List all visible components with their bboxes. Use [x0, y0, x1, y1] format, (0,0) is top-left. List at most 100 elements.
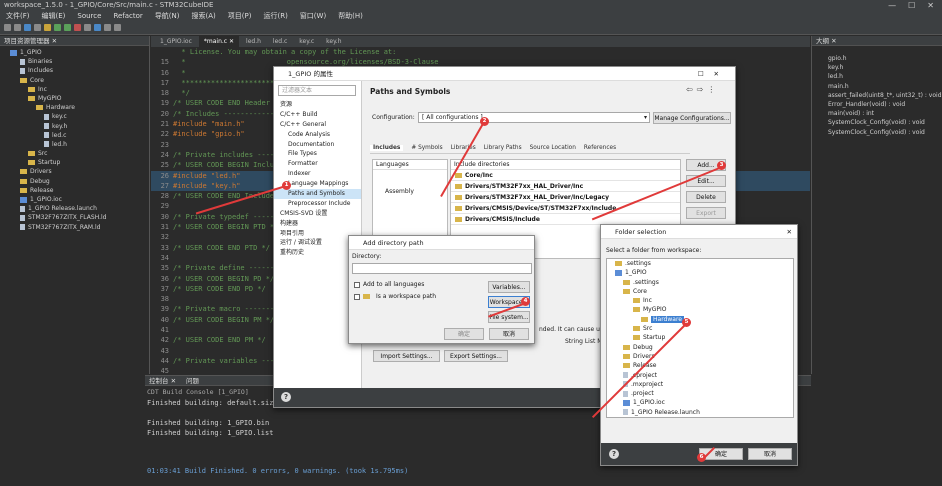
- external-tools-icon[interactable]: [94, 24, 101, 31]
- add-all-languages-checkbox[interactable]: Add to all languages: [354, 281, 424, 288]
- folder-item[interactable]: Src: [607, 324, 793, 333]
- tree-item-release[interactable]: Release: [0, 186, 149, 195]
- folder-item-hardware[interactable]: Hardware: [607, 315, 793, 324]
- code-line[interactable]: * License. You may obtain a copy of the …: [151, 47, 810, 57]
- tab-key-c[interactable]: key.c: [294, 36, 319, 47]
- search-icon[interactable]: [84, 24, 91, 31]
- tree-item-includes[interactable]: Includes: [0, 66, 149, 75]
- outline-item-systemclock-2[interactable]: SystemClock_Config(void) : void: [812, 128, 942, 137]
- menu-edit[interactable]: 编辑(E): [42, 11, 66, 21]
- tree-item-1-gpio[interactable]: 1_GPIO: [0, 48, 149, 57]
- tab-symbols[interactable]: # Symbols: [411, 145, 442, 151]
- tree-item-key-h[interactable]: key.h: [0, 122, 149, 131]
- folder-item[interactable]: Inc: [607, 296, 793, 305]
- nav-item-paths-symbols[interactable]: Paths and Symbols: [274, 189, 361, 199]
- new-icon[interactable]: [4, 24, 11, 31]
- tree-item-led-h[interactable]: led.h: [0, 140, 149, 149]
- run-icon[interactable]: [64, 24, 71, 31]
- file-item[interactable]: 1_GPIO.ioc: [607, 398, 793, 407]
- workspace-path-checkbox[interactable]: Is a workspace path: [354, 293, 436, 300]
- include-dir-row[interactable]: Drivers/CMSIS/Device/ST/STM32F7xx/Includ…: [451, 203, 680, 214]
- tree-item-startup[interactable]: Startup: [0, 158, 149, 167]
- hammer-icon[interactable]: [34, 24, 41, 31]
- folder-item[interactable]: Drivers: [607, 352, 793, 361]
- tree-item-key-c[interactable]: key.c: [0, 112, 149, 121]
- folder-item[interactable]: .settings: [607, 259, 793, 268]
- folder-item[interactable]: 1_GPIO: [607, 268, 793, 277]
- tree-item-hardware[interactable]: Hardware: [0, 103, 149, 112]
- tree-item-inc[interactable]: Inc: [0, 85, 149, 94]
- nav-item-file-types[interactable]: File Types: [274, 149, 361, 159]
- folder-item[interactable]: MyGPIO: [607, 305, 793, 314]
- stop-icon[interactable]: [74, 24, 81, 31]
- menu-window[interactable]: 窗口(W): [300, 11, 326, 21]
- outline-item-key-h[interactable]: key.h: [812, 63, 942, 72]
- outline-item-assert-failed[interactable]: assert_failed(uint8_t*, uint32_t) : void: [812, 91, 942, 100]
- language-assembly[interactable]: Assembly: [373, 170, 447, 213]
- tab-problems[interactable]: 问题: [186, 376, 199, 386]
- file-item[interactable]: .mxproject: [607, 380, 793, 389]
- tree-item-mygpio[interactable]: MyGPIO: [0, 94, 149, 103]
- help-icon[interactable]: ?: [281, 392, 291, 402]
- outline-item-error-handler[interactable]: Error_Handler(void) : void: [812, 100, 942, 109]
- outline-item-main-h[interactable]: main.h: [812, 82, 942, 91]
- nav-item-resource[interactable]: 资源: [274, 100, 361, 110]
- configuration-select[interactable]: [ All configurations ] ▾: [418, 112, 650, 123]
- outline-item-systemclock-1[interactable]: SystemClock_Config(void) : void: [812, 118, 942, 127]
- folder-item[interactable]: Release: [607, 361, 793, 370]
- tree-item-flash-ld[interactable]: STM32F767ZITX_FLASH.ld: [0, 213, 149, 222]
- forward-icon[interactable]: [104, 24, 111, 31]
- outline-item-led-h[interactable]: led.h: [812, 72, 942, 81]
- delete-button[interactable]: Delete: [686, 191, 726, 203]
- import-settings-button[interactable]: Import Settings...: [373, 350, 440, 362]
- include-dir-row[interactable]: Core/Inc: [451, 170, 680, 181]
- tab-references[interactable]: References: [584, 145, 616, 151]
- close-button[interactable]: ✕: [927, 0, 934, 11]
- folder-cancel-button[interactable]: 取消: [748, 448, 792, 460]
- file-item[interactable]: 1_GPIO Release.launch: [607, 408, 793, 417]
- folder-item[interactable]: Debug: [607, 343, 793, 352]
- include-dir-row[interactable]: Drivers/STM32F7xx_HAL_Driver/Inc: [451, 181, 680, 192]
- nav-item-cc-general[interactable]: C/C++ General: [274, 120, 361, 130]
- nav-item-cmsis-svd[interactable]: CMSIS-SVD 设置: [274, 209, 361, 219]
- nav-item-builders[interactable]: 构建器: [274, 219, 361, 229]
- folder-item[interactable]: Core: [607, 287, 793, 296]
- tree-item-debug[interactable]: Debug: [0, 177, 149, 186]
- folder-item[interactable]: .settings: [607, 278, 793, 287]
- minimize-button[interactable]: —: [888, 0, 896, 11]
- maximize-button[interactable]: ☐: [908, 0, 915, 11]
- nav-item-indexer[interactable]: Indexer: [274, 169, 361, 179]
- tree-item-ram-ld[interactable]: STM32F767ZITX_RAM.ld: [0, 223, 149, 232]
- folder-icon[interactable]: [44, 24, 51, 31]
- nav-arrows-icon[interactable]: ⇦⇨⋮: [686, 85, 719, 94]
- ok-button[interactable]: 确定: [444, 328, 484, 340]
- tree-item-launch[interactable]: 1_GPIO Release.launch: [0, 204, 149, 213]
- menu-project[interactable]: 项目(P): [228, 11, 252, 21]
- debug-icon[interactable]: [54, 24, 61, 31]
- variables-button[interactable]: Variables...: [488, 281, 530, 293]
- tab-ioc[interactable]: 1_GPIO.ioc: [155, 36, 197, 47]
- properties-dialog-controls[interactable]: ☐✕: [698, 67, 735, 81]
- tree-item-binaries[interactable]: Binaries: [0, 57, 149, 66]
- tab-includes[interactable]: Includes: [370, 145, 404, 151]
- tab-key-h[interactable]: key.h: [321, 36, 346, 47]
- tab-source-location[interactable]: Source Location: [530, 145, 576, 151]
- build-icon[interactable]: [24, 24, 31, 31]
- tab-libraries[interactable]: Libraries: [451, 145, 476, 151]
- manage-configurations-button[interactable]: Manage Configurations...: [653, 112, 731, 124]
- menu-run[interactable]: 运行(R): [263, 11, 287, 21]
- filter-input[interactable]: 过滤器文本: [278, 85, 356, 96]
- directory-input[interactable]: [352, 263, 532, 274]
- tree-item-ioc[interactable]: 1_GPIO.ioc: [0, 195, 149, 204]
- tree-item-drivers[interactable]: Drivers: [0, 167, 149, 176]
- cancel-button[interactable]: 取消: [489, 328, 529, 340]
- file-item[interactable]: .project: [607, 389, 793, 398]
- menu-source[interactable]: Source: [77, 11, 101, 21]
- back-icon[interactable]: [114, 24, 121, 31]
- nav-item-preprocessor[interactable]: Preprocessor Include: [274, 199, 361, 209]
- tree-item-core[interactable]: Core: [0, 76, 149, 85]
- export-button[interactable]: Export: [686, 207, 726, 219]
- nav-item-documentation[interactable]: Documentation: [274, 140, 361, 150]
- tab-console[interactable]: 控制台 ✕: [149, 376, 176, 386]
- tab-library-paths[interactable]: Library Paths: [484, 145, 522, 151]
